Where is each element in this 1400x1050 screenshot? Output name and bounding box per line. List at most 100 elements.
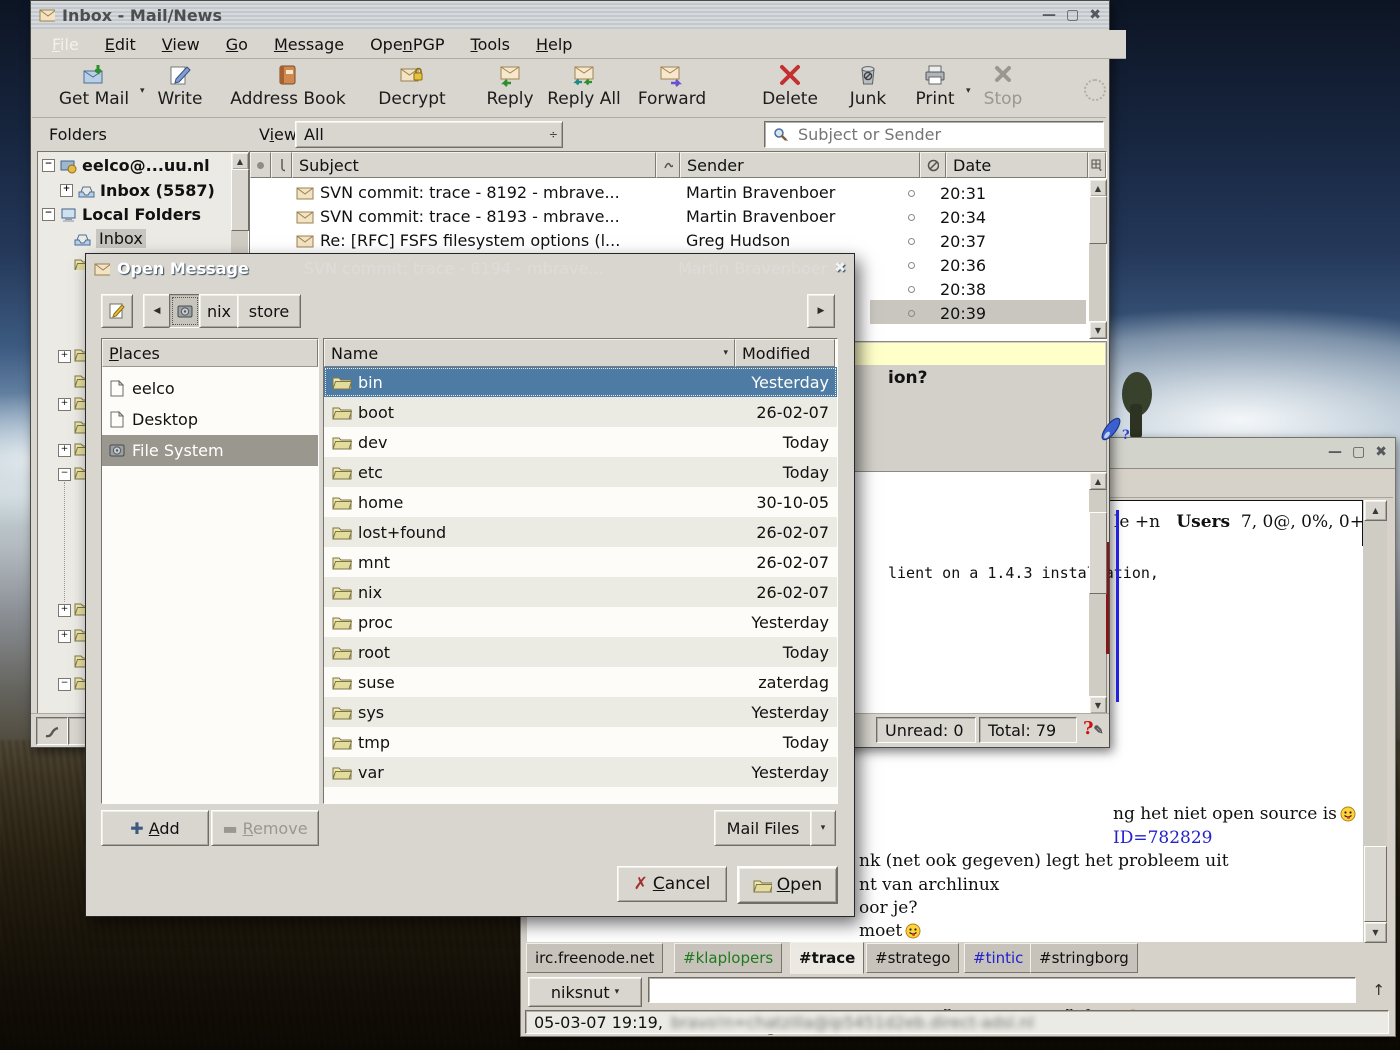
file-row[interactable]: mnt26-02-07	[324, 547, 837, 577]
offline-indicator[interactable]	[36, 717, 68, 745]
column-date[interactable]: Date	[946, 152, 1088, 178]
tab-tintic[interactable]: #tintic	[964, 943, 1032, 973]
get-mail-button[interactable]: Get Mail	[46, 63, 142, 109]
file-row[interactable]: rootToday	[324, 637, 837, 667]
column-subject[interactable]: Subject	[292, 152, 656, 178]
junk-dot-icon[interactable]	[908, 310, 915, 317]
file-row[interactable]: home30-10-05	[324, 487, 837, 517]
scrollbar-thumb[interactable]	[1089, 512, 1107, 594]
folder-inbox-local[interactable]: Inbox	[74, 229, 146, 248]
column-attachment[interactable]	[271, 152, 292, 178]
close-icon[interactable]: ✖	[1375, 444, 1387, 460]
tree-collapse-icon[interactable]: −	[58, 678, 71, 691]
cancel-button[interactable]: ✗ Cancel	[617, 866, 727, 902]
menu-edit[interactable]: Edit	[105, 35, 136, 54]
folder-account[interactable]: − eelco@...uu.nl	[42, 156, 210, 175]
file-row[interactable]: boot26-02-07	[324, 397, 837, 427]
tree-expand-icon[interactable]: +	[60, 184, 73, 197]
junk-dot-icon[interactable]	[908, 190, 915, 197]
file-row[interactable]: devToday	[324, 427, 837, 457]
column-thread[interactable]	[656, 152, 680, 178]
file-row[interactable]: nix26-02-07	[324, 577, 837, 607]
maximize-icon[interactable]: ▢	[1066, 7, 1079, 23]
body-scrollbar[interactable]: ▲ ▼	[1089, 472, 1106, 714]
junk-button[interactable]: Junk	[840, 63, 896, 109]
message-row[interactable]: Re: [RFC] FSFS filesystem options (l...	[296, 228, 620, 252]
scroll-down-icon[interactable]: ▼	[1089, 696, 1107, 714]
breadcrumb-back-button[interactable]: ◀	[143, 294, 171, 328]
get-mail-dropdown-icon[interactable]: ▾	[140, 87, 145, 96]
reply-all-button[interactable]: Reply All	[544, 63, 624, 109]
file-row[interactable]: lost+found26-02-07	[324, 517, 837, 547]
mail-titlebar[interactable]: Inbox - Mail/News — ▢ ✖	[31, 1, 1109, 29]
file-row[interactable]: sysYesterday	[324, 697, 837, 727]
filter-select[interactable]: Mail Files	[714, 810, 812, 846]
file-row[interactable]: tmpToday	[324, 727, 837, 757]
menu-file[interactable]: File	[52, 35, 79, 54]
menu-help[interactable]: Help	[536, 35, 572, 54]
view-select[interactable]: All ÷	[295, 121, 563, 148]
menu-message[interactable]: Message	[274, 35, 344, 54]
type-filename-toggle[interactable]	[101, 294, 133, 328]
scrollbar-thumb[interactable]	[1089, 196, 1107, 244]
column-name[interactable]: Name▾	[324, 339, 735, 367]
message-row[interactable]: SVN commit: trace - 8192 - mbrave...	[296, 180, 620, 204]
delete-button[interactable]: Delete	[754, 63, 826, 109]
tree-expand-icon[interactable]: +	[58, 398, 71, 411]
chat-line-link[interactable]: ID=782829	[1113, 828, 1213, 848]
message-row[interactable]: SVN commit: trace - 8193 - mbrave...	[296, 204, 620, 228]
search-icon[interactable]	[773, 127, 790, 142]
dialog-titlebar[interactable]: Open Message SVN commit: trace - 8194 - …	[86, 254, 854, 282]
thread-scrollbar[interactable]: ▲ ▼	[1089, 179, 1106, 339]
folder-local[interactable]: − Local Folders	[42, 205, 201, 224]
print-dropdown-icon[interactable]: ▾	[966, 87, 971, 96]
menu-openpgp[interactable]: OpenPGP	[370, 35, 444, 54]
scrollbar-thumb[interactable]	[1364, 846, 1387, 922]
scroll-up-icon[interactable]: ▲	[231, 152, 249, 170]
tab-server[interactable]: irc.freenode.net	[526, 943, 663, 973]
tree-expand-icon[interactable]: +	[58, 604, 71, 617]
tree-expand-icon[interactable]: +	[58, 630, 71, 643]
place-eelco[interactable]: eelco	[102, 373, 318, 404]
search-box[interactable]	[764, 121, 1104, 148]
places-header[interactable]: Places	[102, 339, 318, 367]
scroll-up-icon[interactable]: ▲	[1089, 472, 1107, 490]
print-button[interactable]: Print	[906, 63, 964, 109]
address-book-button[interactable]: Address Book	[224, 63, 352, 109]
scroll-down-icon[interactable]: ▼	[1364, 922, 1387, 943]
junk-dot-icon[interactable]	[908, 262, 915, 269]
close-icon[interactable]: ✖	[834, 260, 846, 276]
column-modified[interactable]: Modified	[735, 339, 835, 367]
file-row[interactable]: procYesterday	[324, 607, 837, 637]
scrollbar-thumb[interactable]	[231, 169, 249, 231]
decrypt-button[interactable]: Decrypt	[362, 63, 462, 109]
junk-dot-icon[interactable]	[908, 214, 915, 221]
column-flag[interactable]	[250, 152, 271, 178]
file-row[interactable]: varYesterday	[324, 757, 837, 787]
open-button[interactable]: Open	[737, 866, 838, 904]
junk-dot-icon[interactable]	[908, 238, 915, 245]
nick-button[interactable]: niksnut▾	[528, 977, 642, 1007]
tree-collapse-icon[interactable]: −	[58, 468, 71, 481]
breadcrumb-nix-button[interactable]: nix	[199, 294, 239, 328]
minimize-icon[interactable]: —	[1328, 444, 1342, 460]
filter-dropdown-icon[interactable]: ▾	[810, 810, 836, 846]
place-desktop[interactable]: Desktop	[102, 404, 318, 435]
add-button[interactable]: ✚ Add	[101, 810, 209, 846]
write-button[interactable]: Write	[150, 63, 210, 109]
column-picker[interactable]	[1088, 152, 1106, 178]
menu-view[interactable]: View	[162, 35, 200, 54]
scroll-down-icon[interactable]: ▼	[1089, 321, 1107, 339]
maximize-icon[interactable]: ▢	[1352, 444, 1365, 460]
scroll-up-icon[interactable]: ▲	[1089, 179, 1107, 197]
tab-stratego[interactable]: #stratego	[866, 943, 959, 973]
breadcrumb-root-button[interactable]	[169, 294, 201, 328]
place-filesystem[interactable]: File System	[102, 435, 318, 466]
enigmail-status-icon[interactable]: ?✎	[1083, 718, 1104, 739]
tree-collapse-icon[interactable]: −	[42, 159, 55, 172]
file-row[interactable]: etcToday	[324, 457, 837, 487]
file-row-bin[interactable]: binYesterday	[324, 367, 837, 397]
menu-tools[interactable]: Tools	[471, 35, 510, 54]
close-icon[interactable]: ✖	[1089, 7, 1101, 23]
tree-expand-icon[interactable]: +	[58, 350, 71, 363]
